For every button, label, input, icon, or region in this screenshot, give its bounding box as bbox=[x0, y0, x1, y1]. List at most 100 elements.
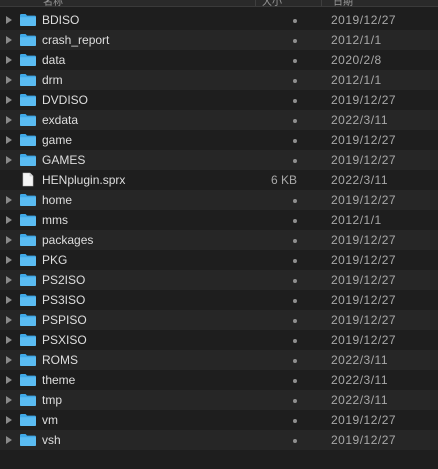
column-header-size[interactable]: 大小 bbox=[262, 0, 282, 6]
folder-row[interactable]: ROMS 2022/3/11 bbox=[0, 350, 438, 370]
disclosure-triangle-icon[interactable] bbox=[6, 76, 12, 84]
item-name: GAMES bbox=[42, 153, 86, 167]
item-name: PSPISO bbox=[42, 313, 87, 327]
column-divider[interactable] bbox=[321, 0, 322, 6]
folder-row[interactable]: drm 2012/1/1 bbox=[0, 70, 438, 90]
item-name: PSXISO bbox=[42, 333, 87, 347]
item-name: packages bbox=[42, 233, 94, 247]
item-size: 6 KB bbox=[270, 173, 297, 187]
disclosure-triangle-icon[interactable] bbox=[6, 416, 12, 424]
column-header-bar: 名称 大小 日期 bbox=[0, 0, 438, 7]
disclosure-triangle-icon[interactable] bbox=[6, 436, 12, 444]
item-name: PS2ISO bbox=[42, 273, 86, 287]
item-name: game bbox=[42, 133, 73, 147]
folder-icon bbox=[19, 273, 37, 287]
folder-row[interactable]: BDISO 2019/12/27 bbox=[0, 10, 438, 30]
column-divider[interactable] bbox=[255, 0, 256, 6]
disclosure-triangle-icon[interactable] bbox=[6, 96, 12, 104]
folder-row[interactable]: theme 2022/3/11 bbox=[0, 370, 438, 390]
item-date: 2022/3/11 bbox=[331, 113, 388, 127]
item-name: theme bbox=[42, 373, 76, 387]
folder-row[interactable]: PS3ISO 2019/12/27 bbox=[0, 290, 438, 310]
folder-row[interactable]: DVDISO 2019/12/27 bbox=[0, 90, 438, 110]
disclosure-triangle-icon[interactable] bbox=[6, 356, 12, 364]
folder-row[interactable]: PSXISO 2019/12/27 bbox=[0, 330, 438, 350]
disclosure-triangle-icon[interactable] bbox=[6, 216, 12, 224]
folder-row[interactable]: game 2019/12/27 bbox=[0, 130, 438, 150]
disclosure-triangle-icon[interactable] bbox=[6, 36, 12, 44]
item-name: crash_report bbox=[42, 33, 110, 47]
disclosure-triangle-icon[interactable] bbox=[6, 236, 12, 244]
item-date: 2019/12/27 bbox=[331, 273, 397, 287]
size-placeholder-dot-icon bbox=[293, 59, 297, 63]
folder-row[interactable]: home 2019/12/27 bbox=[0, 190, 438, 210]
folder-icon bbox=[19, 73, 37, 87]
folder-icon bbox=[19, 333, 37, 347]
folder-row[interactable]: vsh 2019/12/27 bbox=[0, 430, 438, 450]
size-placeholder-dot-icon bbox=[293, 19, 297, 23]
size-placeholder-dot-icon bbox=[293, 339, 297, 343]
item-date: 2020/2/8 bbox=[331, 53, 382, 67]
column-header-name[interactable]: 名称 bbox=[43, 0, 63, 6]
disclosure-triangle-icon[interactable] bbox=[6, 336, 12, 344]
folder-row[interactable]: vm 2019/12/27 bbox=[0, 410, 438, 430]
item-name: home bbox=[42, 193, 73, 207]
folder-row[interactable]: exdata 2022/3/11 bbox=[0, 110, 438, 130]
size-placeholder-dot-icon bbox=[293, 259, 297, 263]
folder-icon bbox=[19, 93, 37, 107]
item-date: 2022/3/11 bbox=[331, 173, 388, 187]
folder-row[interactable]: packages 2019/12/27 bbox=[0, 230, 438, 250]
folder-icon bbox=[19, 253, 37, 267]
item-date: 2022/3/11 bbox=[331, 353, 388, 367]
folder-icon bbox=[19, 133, 37, 147]
folder-row[interactable]: mms 2012/1/1 bbox=[0, 210, 438, 230]
folder-icon bbox=[19, 313, 37, 327]
disclosure-triangle-icon[interactable] bbox=[6, 376, 12, 384]
column-header-date[interactable]: 日期 bbox=[333, 0, 353, 6]
item-date: 2019/12/27 bbox=[331, 13, 397, 27]
folder-icon bbox=[19, 193, 37, 207]
size-placeholder-dot-icon bbox=[293, 399, 297, 403]
disclosure-triangle-icon[interactable] bbox=[6, 156, 12, 164]
folder-row[interactable]: PS2ISO 2019/12/27 bbox=[0, 270, 438, 290]
disclosure-triangle-icon[interactable] bbox=[6, 196, 12, 204]
item-date: 2019/12/27 bbox=[331, 333, 397, 347]
item-name: DVDISO bbox=[42, 93, 89, 107]
disclosure-triangle-icon[interactable] bbox=[6, 136, 12, 144]
disclosure-triangle-icon[interactable] bbox=[6, 276, 12, 284]
disclosure-triangle-icon[interactable] bbox=[6, 396, 12, 404]
size-placeholder-dot-icon bbox=[293, 379, 297, 383]
size-placeholder-dot-icon bbox=[293, 299, 297, 303]
disclosure-triangle-icon[interactable] bbox=[6, 56, 12, 64]
disclosure-triangle-icon[interactable] bbox=[6, 116, 12, 124]
item-name: BDISO bbox=[42, 13, 80, 27]
disclosure-triangle-icon[interactable] bbox=[6, 296, 12, 304]
item-date: 2022/3/11 bbox=[331, 373, 388, 387]
item-date: 2012/1/1 bbox=[331, 33, 382, 47]
folder-icon bbox=[19, 233, 37, 247]
item-date: 2019/12/27 bbox=[331, 253, 397, 267]
item-name: vm bbox=[42, 413, 58, 427]
folder-row[interactable]: PSPISO 2019/12/27 bbox=[0, 310, 438, 330]
folder-row[interactable]: tmp 2022/3/11 bbox=[0, 390, 438, 410]
item-date: 2019/12/27 bbox=[331, 133, 397, 147]
item-name: tmp bbox=[42, 393, 63, 407]
folder-icon bbox=[19, 53, 37, 67]
item-name: mms bbox=[42, 213, 68, 227]
size-placeholder-dot-icon bbox=[293, 79, 297, 83]
disclosure-triangle-icon[interactable] bbox=[6, 256, 12, 264]
folder-row[interactable]: crash_report 2012/1/1 bbox=[0, 30, 438, 50]
size-placeholder-dot-icon bbox=[293, 39, 297, 43]
size-placeholder-dot-icon bbox=[293, 139, 297, 143]
size-placeholder-dot-icon bbox=[293, 119, 297, 123]
disclosure-triangle-icon[interactable] bbox=[6, 16, 12, 24]
item-date: 2019/12/27 bbox=[331, 153, 397, 167]
folder-icon bbox=[19, 373, 37, 387]
folder-row[interactable]: data 2020/2/8 bbox=[0, 50, 438, 70]
folder-row[interactable]: PKG 2019/12/27 bbox=[0, 250, 438, 270]
file-row[interactable]: HENplugin.sprx 6 KB 2022/3/11 bbox=[0, 170, 438, 190]
folder-row[interactable]: GAMES 2019/12/27 bbox=[0, 150, 438, 170]
file-list: BDISO 2019/12/27 crash_report 2012/1/1 data 2… bbox=[0, 10, 438, 450]
disclosure-triangle-icon[interactable] bbox=[6, 316, 12, 324]
size-placeholder-dot-icon bbox=[293, 319, 297, 323]
